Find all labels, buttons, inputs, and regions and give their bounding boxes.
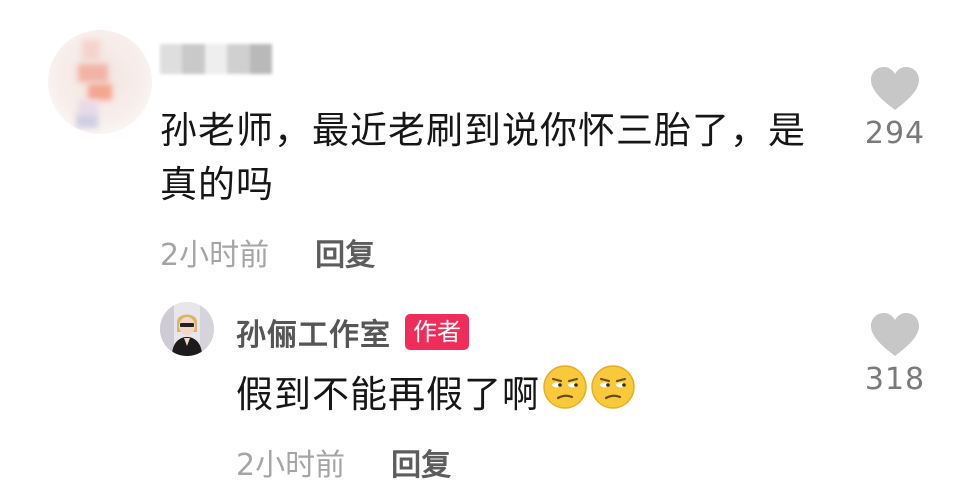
comment-time: 2小时前 [160,238,270,273]
reply-meta: 2小时前 回复 [236,440,451,484]
reply-like-button[interactable]: 318 [850,312,940,397]
unamused-face-emoji [590,364,636,425]
heart-icon [871,313,919,356]
author-name[interactable]: 孙俪工作室 [236,310,391,354]
reply-header: 孙俪工作室 作者 [236,310,469,354]
reply-button[interactable]: 回复 [391,440,451,484]
comment-meta: 2小时前 回复 [160,230,375,274]
author-avatar-image [160,302,214,356]
reply-button[interactable]: 回复 [315,230,375,274]
like-count: 318 [864,362,926,397]
reply-text: 假到不能再假了啊 [236,372,540,416]
heart-icon [871,67,919,110]
avatar[interactable] [48,30,152,134]
reply-text-row: 假到不能再假了啊 [236,364,636,425]
comment-text: 孙老师，最近老刷到说你怀三胎了，是真的吗 [160,109,806,206]
like-button[interactable]: 294 [850,66,940,151]
author-avatar[interactable] [160,302,214,356]
reply-time: 2小时前 [236,448,346,483]
username[interactable] [160,44,273,74]
like-count: 294 [864,116,926,151]
author-badge: 作者 [405,314,469,350]
unamused-face-emoji [542,364,588,425]
